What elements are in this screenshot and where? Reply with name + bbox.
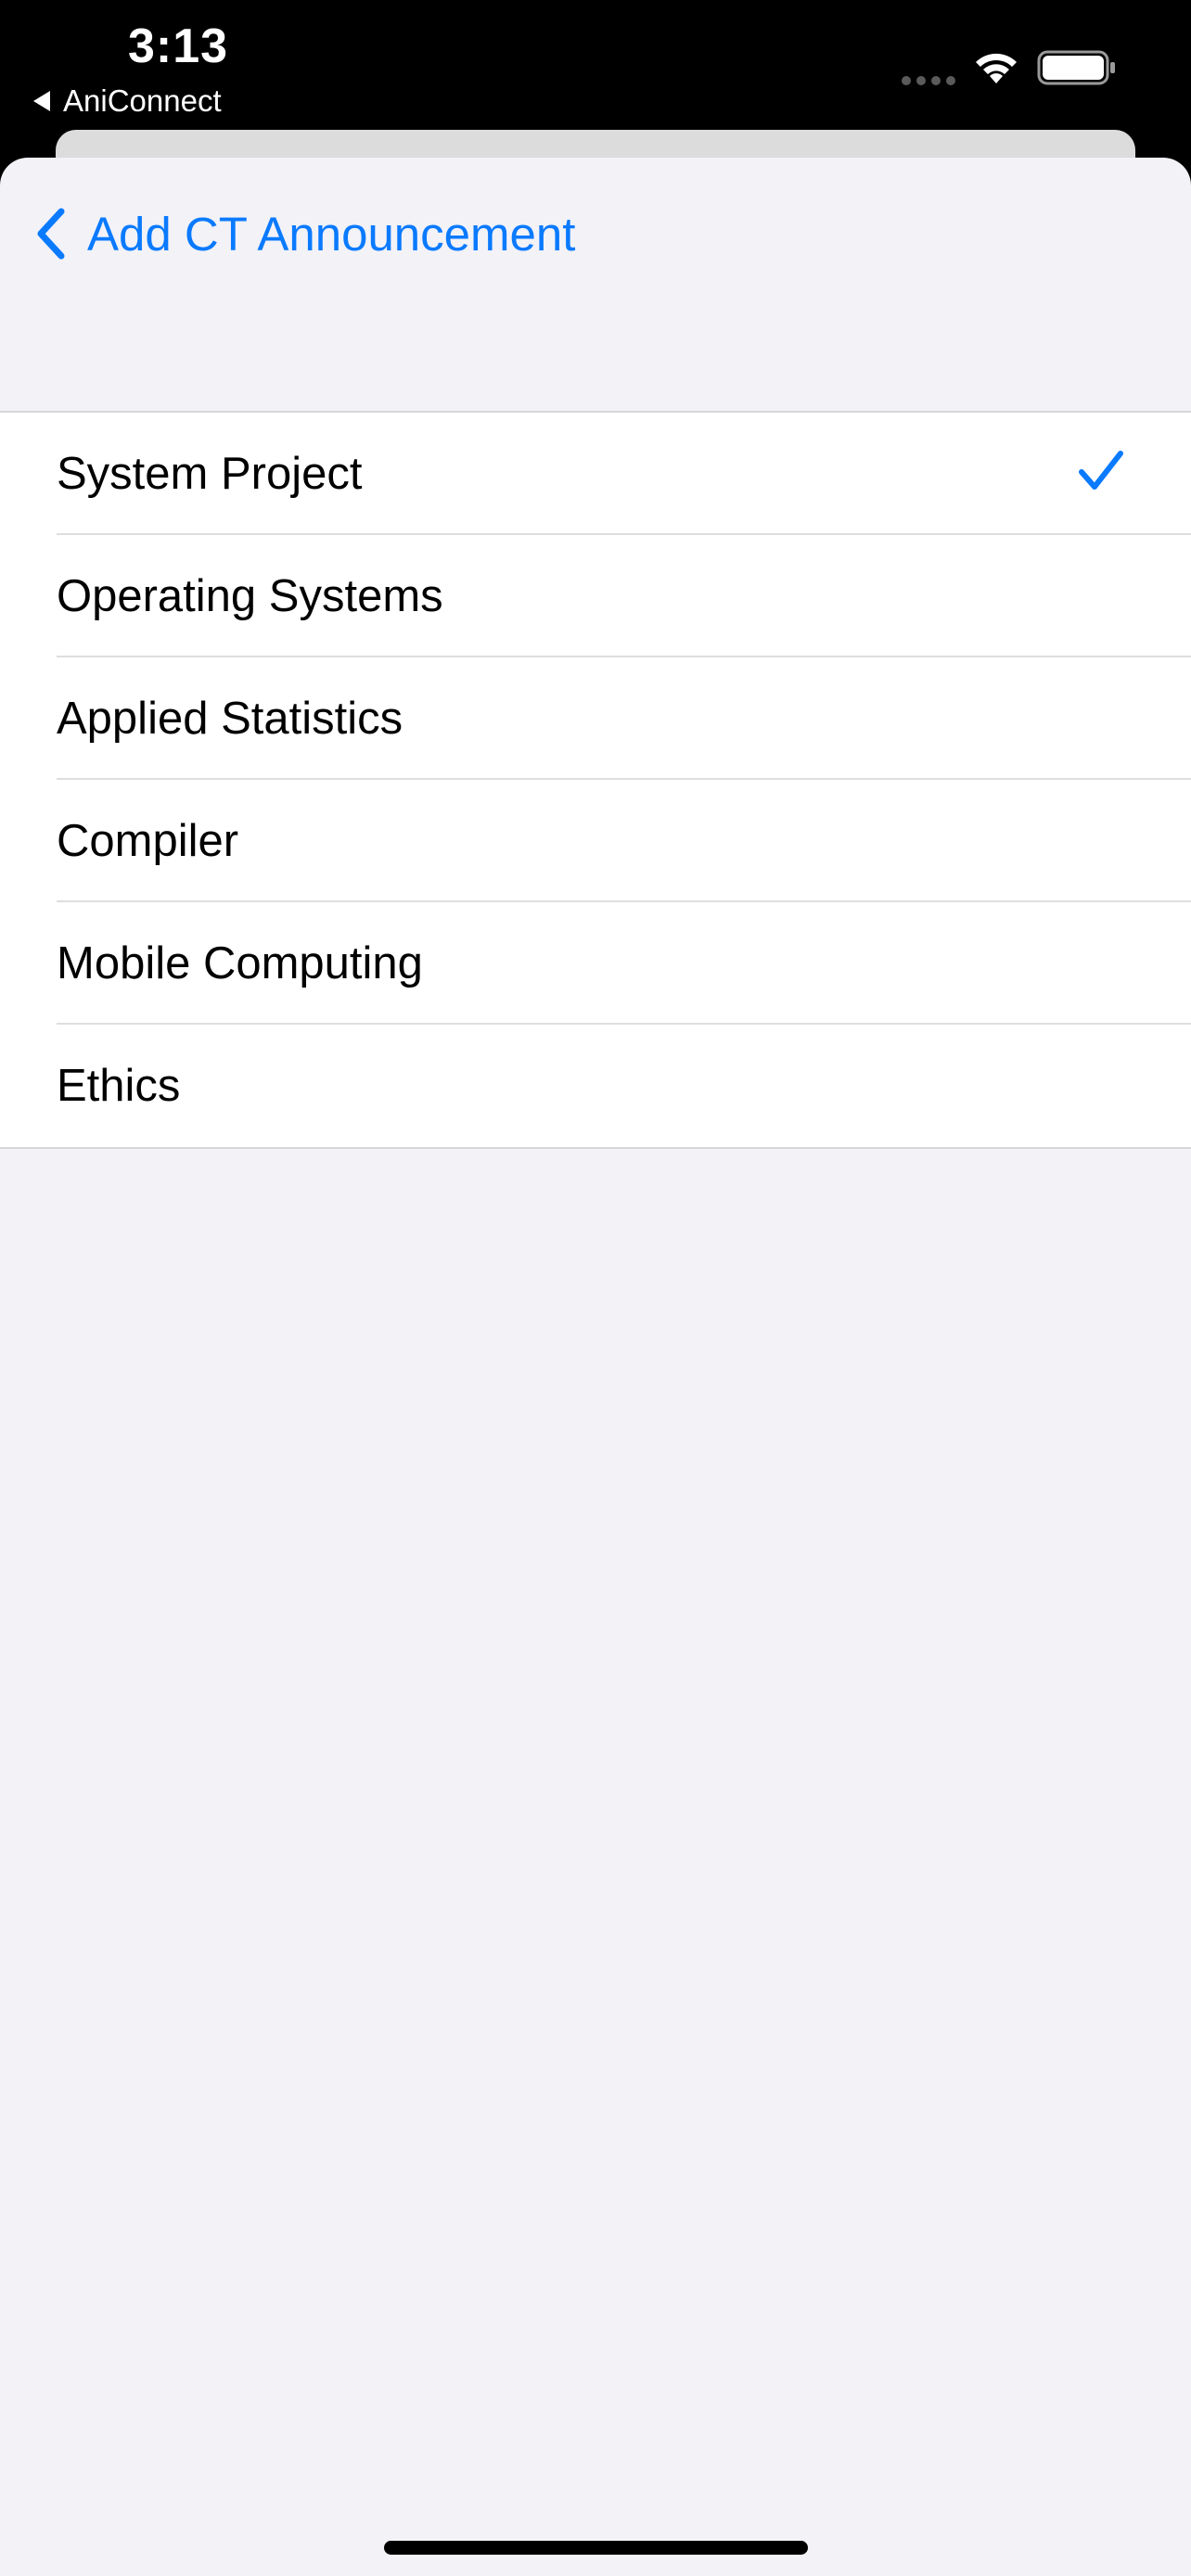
modal-sheet: Add CT Announcement System Project Opera… [0, 158, 1191, 2576]
back-triangle-icon [33, 91, 50, 111]
list-item-label: Operating Systems [57, 571, 443, 621]
battery-icon [1037, 50, 1115, 85]
list-item[interactable]: Mobile Computing [0, 902, 1191, 1025]
checkmark-icon [1079, 451, 1123, 490]
list-item-label: Compiler [57, 816, 239, 866]
chevron-left-icon [37, 208, 65, 260]
list-item[interactable]: Ethics [0, 1025, 1191, 1147]
list-item[interactable]: Compiler [0, 780, 1191, 902]
list-item-label: Applied Statistics [57, 694, 403, 744]
subject-list: System Project Operating Systems Applied… [0, 411, 1191, 1149]
list-item[interactable]: Applied Statistics [0, 657, 1191, 780]
wifi-icon [976, 53, 1017, 83]
status-time: 3:13 [128, 19, 229, 73]
back-app-label: AniConnect [63, 83, 222, 118]
cellular-signal-icon [902, 76, 955, 85]
list-item-label: Ethics [57, 1061, 181, 1111]
list-item[interactable]: System Project [0, 413, 1191, 535]
nav-back-button[interactable]: Add CT Announcement [33, 206, 575, 261]
list-item-label: Mobile Computing [57, 938, 423, 988]
list-item[interactable]: Operating Systems [0, 535, 1191, 657]
status-bar: 3:13 AniConnect [0, 0, 1191, 130]
nav-back-label: Add CT Announcement [87, 207, 576, 261]
list-item-label: System Project [57, 449, 363, 499]
back-to-app-button[interactable]: AniConnect [33, 83, 222, 119]
home-indicator[interactable] [384, 2541, 808, 2555]
